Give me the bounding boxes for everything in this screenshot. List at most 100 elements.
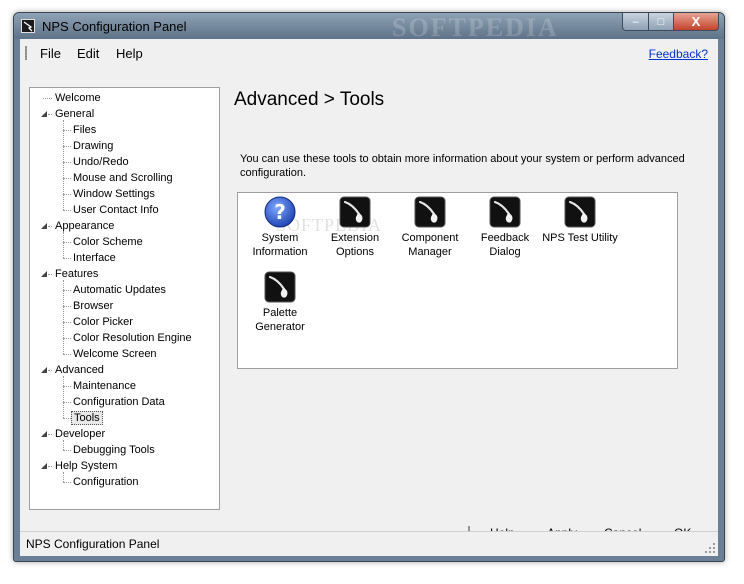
tool-label: Feedback Dialog bbox=[480, 232, 530, 258]
svg-text:?: ? bbox=[274, 200, 286, 224]
tree-item-label: General bbox=[55, 108, 95, 120]
tool-label: Extension Options bbox=[330, 232, 380, 258]
tool-system-information[interactable]: ? System Information bbox=[242, 196, 318, 259]
tree-item-general[interactable]: General bbox=[53, 106, 96, 122]
brush-icon bbox=[264, 271, 296, 303]
menu-file[interactable]: File bbox=[40, 46, 61, 61]
window-title: NPS Configuration Panel bbox=[42, 19, 187, 34]
expand-triangle-icon[interactable] bbox=[41, 111, 47, 117]
tool-nps-test-utility[interactable]: NPS Test Utility bbox=[542, 196, 618, 245]
tree-item-developer[interactable]: Developer bbox=[53, 426, 107, 442]
tree-item-files[interactable]: Files bbox=[71, 122, 98, 138]
tree-item-label: Undo/Redo bbox=[73, 156, 129, 168]
minimize-button[interactable]: – bbox=[622, 13, 649, 31]
tree-item-debugging-tools[interactable]: Debugging Tools bbox=[71, 442, 157, 458]
tree-connector bbox=[63, 210, 71, 211]
tree-connector bbox=[63, 472, 64, 482]
tree-item-interface[interactable]: Interface bbox=[71, 250, 118, 266]
tree-item-automatic-updates[interactable]: Automatic Updates bbox=[71, 282, 168, 298]
tree-item-label: Developer bbox=[55, 428, 106, 440]
maximize-button[interactable]: □ bbox=[649, 13, 674, 31]
resize-grip-icon[interactable] bbox=[704, 542, 716, 554]
tree-item-label: Debugging Tools bbox=[73, 444, 155, 456]
tool-palette-generator[interactable]: Palette Generator bbox=[242, 271, 318, 334]
menu-edit[interactable]: Edit bbox=[77, 46, 99, 61]
brush-icon bbox=[339, 196, 371, 228]
tool-extension-options[interactable]: Extension Options bbox=[317, 196, 393, 259]
status-text: NPS Configuration Panel bbox=[26, 537, 160, 551]
tree-item-label: User Contact Info bbox=[73, 204, 159, 216]
tool-feedback-dialog[interactable]: Feedback Dialog bbox=[467, 196, 543, 259]
tree-item-label: Interface bbox=[73, 252, 116, 264]
tree-connector bbox=[63, 130, 64, 146]
tree-connector bbox=[63, 386, 64, 402]
tree-item-tools[interactable]: Tools bbox=[71, 410, 103, 426]
tree-connector bbox=[48, 274, 52, 275]
tree-connector bbox=[63, 338, 71, 339]
status-bar: NPS Configuration Panel bbox=[20, 531, 718, 556]
tool-component-manager[interactable]: Component Manager bbox=[392, 196, 468, 259]
tree-item-welcome[interactable]: Welcome bbox=[53, 90, 103, 106]
tree-item-user-contact-info[interactable]: User Contact Info bbox=[71, 202, 161, 218]
tree-connector bbox=[63, 130, 71, 131]
expand-triangle-icon[interactable] bbox=[41, 271, 47, 277]
tree-connector bbox=[63, 306, 71, 307]
tools-panel: SOFTPEDIA ? System Information Extension O… bbox=[237, 192, 678, 369]
tree-item-label: Color Picker bbox=[73, 316, 133, 328]
tree-item-label: Welcome Screen bbox=[73, 348, 157, 360]
tree-connector bbox=[63, 146, 64, 162]
expand-triangle-icon[interactable] bbox=[41, 431, 47, 437]
tree-item-color-scheme[interactable]: Color Scheme bbox=[71, 234, 145, 250]
tree-item-drawing[interactable]: Drawing bbox=[71, 138, 115, 154]
tool-label: System Information bbox=[252, 232, 308, 258]
tree-item-browser[interactable]: Browser bbox=[71, 298, 115, 314]
tree-item-undo-redo[interactable]: Undo/Redo bbox=[71, 154, 131, 170]
expand-triangle-icon[interactable] bbox=[41, 223, 47, 229]
tool-label: NPS Test Utility bbox=[542, 232, 618, 244]
tree-item-color-resolution-engine[interactable]: Color Resolution Engine bbox=[71, 330, 194, 346]
tree-connector bbox=[63, 440, 64, 450]
tree-connector bbox=[63, 386, 71, 387]
tree-item-configuration-data[interactable]: Configuration Data bbox=[71, 394, 167, 410]
tree-item-label: Browser bbox=[73, 300, 114, 312]
tree-item-mouse-and-scrolling[interactable]: Mouse and Scrolling bbox=[71, 170, 175, 186]
tool-label: Component Manager bbox=[401, 232, 459, 258]
tree-item-window-settings[interactable]: Window Settings bbox=[71, 186, 157, 202]
tree-item-maintenance[interactable]: Maintenance bbox=[71, 378, 138, 394]
tree-item-label: Features bbox=[55, 268, 99, 280]
tree-item-features[interactable]: Features bbox=[53, 266, 100, 282]
menu-grip-icon[interactable] bbox=[25, 46, 27, 60]
tree-item-label: Welcome bbox=[55, 92, 101, 104]
tree-connector bbox=[63, 322, 64, 338]
tree-item-label: Mouse and Scrolling bbox=[73, 172, 173, 184]
tree-connector bbox=[63, 376, 64, 386]
tree-item-welcome-screen[interactable]: Welcome Screen bbox=[71, 346, 159, 362]
client-area: File Edit Help Feedback? Welcome General F… bbox=[20, 39, 718, 556]
menu-help[interactable]: Help bbox=[116, 46, 143, 61]
tree-item-label: Window Settings bbox=[73, 188, 155, 200]
tree-connector bbox=[63, 242, 64, 258]
tree-connector bbox=[63, 322, 71, 323]
expand-triangle-icon[interactable] bbox=[41, 463, 47, 469]
title-bar[interactable]: NPS Configuration Panel SOFTPEDIA – □ X bbox=[14, 13, 724, 42]
tree-connector bbox=[63, 338, 64, 354]
tree-item-configuration[interactable]: Configuration bbox=[71, 474, 140, 490]
tree-connector bbox=[63, 290, 71, 291]
app-window: NPS Configuration Panel SOFTPEDIA – □ X … bbox=[13, 12, 725, 562]
expand-triangle-icon[interactable] bbox=[41, 367, 47, 373]
app-icon bbox=[21, 19, 35, 33]
feedback-link[interactable]: Feedback? bbox=[649, 47, 708, 61]
close-button[interactable]: X bbox=[674, 13, 719, 31]
tree-connector bbox=[63, 178, 71, 179]
tree-connector bbox=[63, 194, 71, 195]
tree-connector bbox=[63, 232, 64, 242]
tree-connector bbox=[63, 146, 71, 147]
tree-connector bbox=[43, 98, 52, 99]
navigation-tree[interactable]: Welcome General Files Drawing Undo/Redo Mouse… bbox=[29, 87, 220, 510]
brush-icon bbox=[414, 196, 446, 228]
tree-item-color-picker[interactable]: Color Picker bbox=[71, 314, 135, 330]
brush-icon bbox=[489, 196, 521, 228]
tree-connector bbox=[48, 466, 52, 467]
tree-connector bbox=[48, 370, 52, 371]
tree-item-advanced[interactable]: Advanced bbox=[53, 362, 106, 378]
